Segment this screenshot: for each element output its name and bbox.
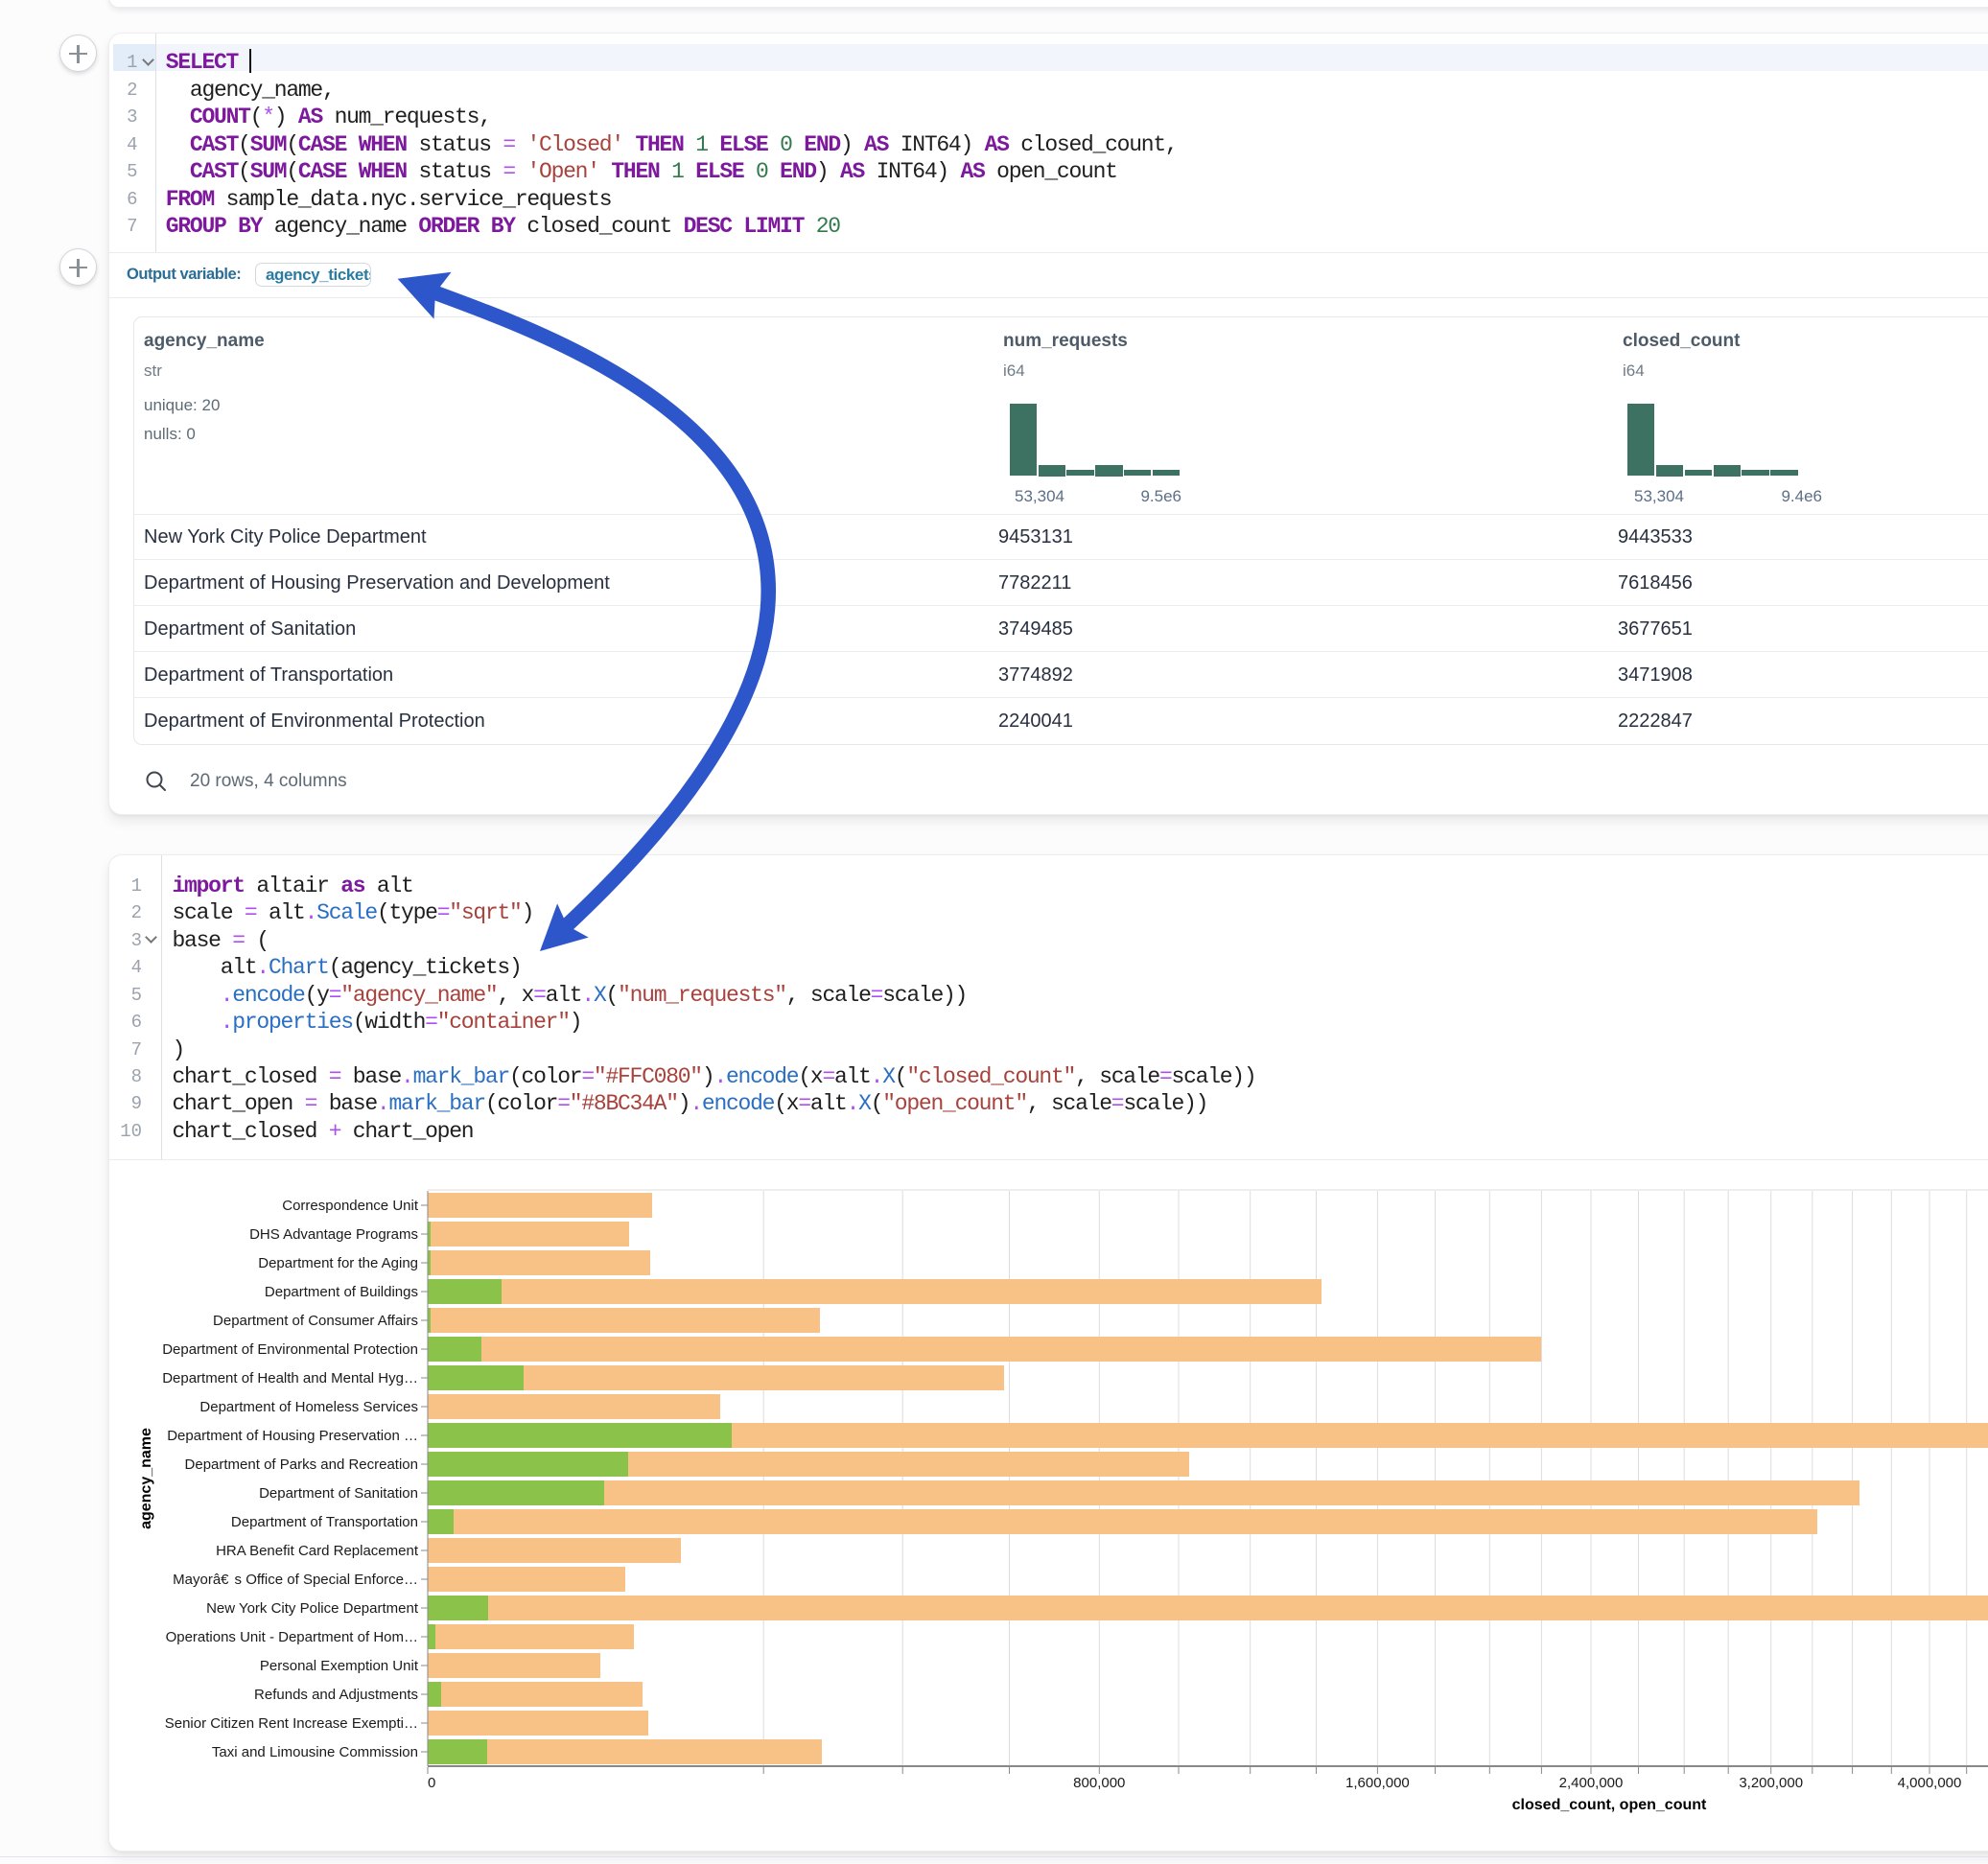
svg-text:Department of Transportation: Department of Transportation <box>231 1514 418 1530</box>
svg-text:Department of Consumer Affairs: Department of Consumer Affairs <box>213 1313 418 1329</box>
svg-text:Department of Homeless Service: Department of Homeless Services <box>199 1399 418 1415</box>
svg-text:2,400,000: 2,400,000 <box>1559 1775 1624 1791</box>
svg-text:Correspondence Unit: Correspondence Unit <box>282 1198 419 1214</box>
svg-text:closed_count, open_count: closed_count, open_count <box>1512 1797 1707 1813</box>
svg-text:Mayorâ€ s Office of Special E: Mayorâ€ s Office of Special Enforce… <box>173 1572 418 1588</box>
svg-text:Department of Environmental Pr: Department of Environmental Protection <box>162 1341 418 1358</box>
svg-text:Operations Unit - Department o: Operations Unit - Department of Hom… <box>166 1629 418 1645</box>
svg-text:Refunds and Adjustments: Refunds and Adjustments <box>254 1687 418 1703</box>
svg-text:1,600,000: 1,600,000 <box>1345 1775 1410 1791</box>
svg-text:Department of Buildings: Department of Buildings <box>265 1284 418 1300</box>
svg-text:3,200,000: 3,200,000 <box>1739 1775 1803 1791</box>
svg-text:800,000: 800,000 <box>1073 1775 1125 1791</box>
svg-text:Department of Health and Menta: Department of Health and Mental Hyg… <box>162 1370 418 1386</box>
svg-text:Personal Exemption Unit: Personal Exemption Unit <box>260 1658 419 1674</box>
svg-text:Department of Parks and Recrea: Department of Parks and Recreation <box>185 1456 418 1473</box>
svg-text:New York City Police Departmen: New York City Police Department <box>206 1600 419 1617</box>
svg-text:Department for the Aging: Department for the Aging <box>258 1255 418 1271</box>
svg-text:0: 0 <box>428 1775 435 1791</box>
svg-text:Department of Sanitation: Department of Sanitation <box>259 1485 418 1502</box>
svg-text:HRA Benefit Card Replacement: HRA Benefit Card Replacement <box>216 1543 419 1559</box>
svg-text:4,000,000: 4,000,000 <box>1898 1775 1962 1791</box>
svg-text:Department of Housing Preserva: Department of Housing Preservation … <box>167 1428 418 1444</box>
svg-text:Senior Citizen Rent Increase E: Senior Citizen Rent Increase Exempti… <box>165 1715 418 1732</box>
svg-text:agency_name: agency_name <box>138 1428 154 1529</box>
svg-text:Taxi and Limousine Commission: Taxi and Limousine Commission <box>212 1744 418 1760</box>
svg-text:DHS Advantage Programs: DHS Advantage Programs <box>249 1226 418 1243</box>
